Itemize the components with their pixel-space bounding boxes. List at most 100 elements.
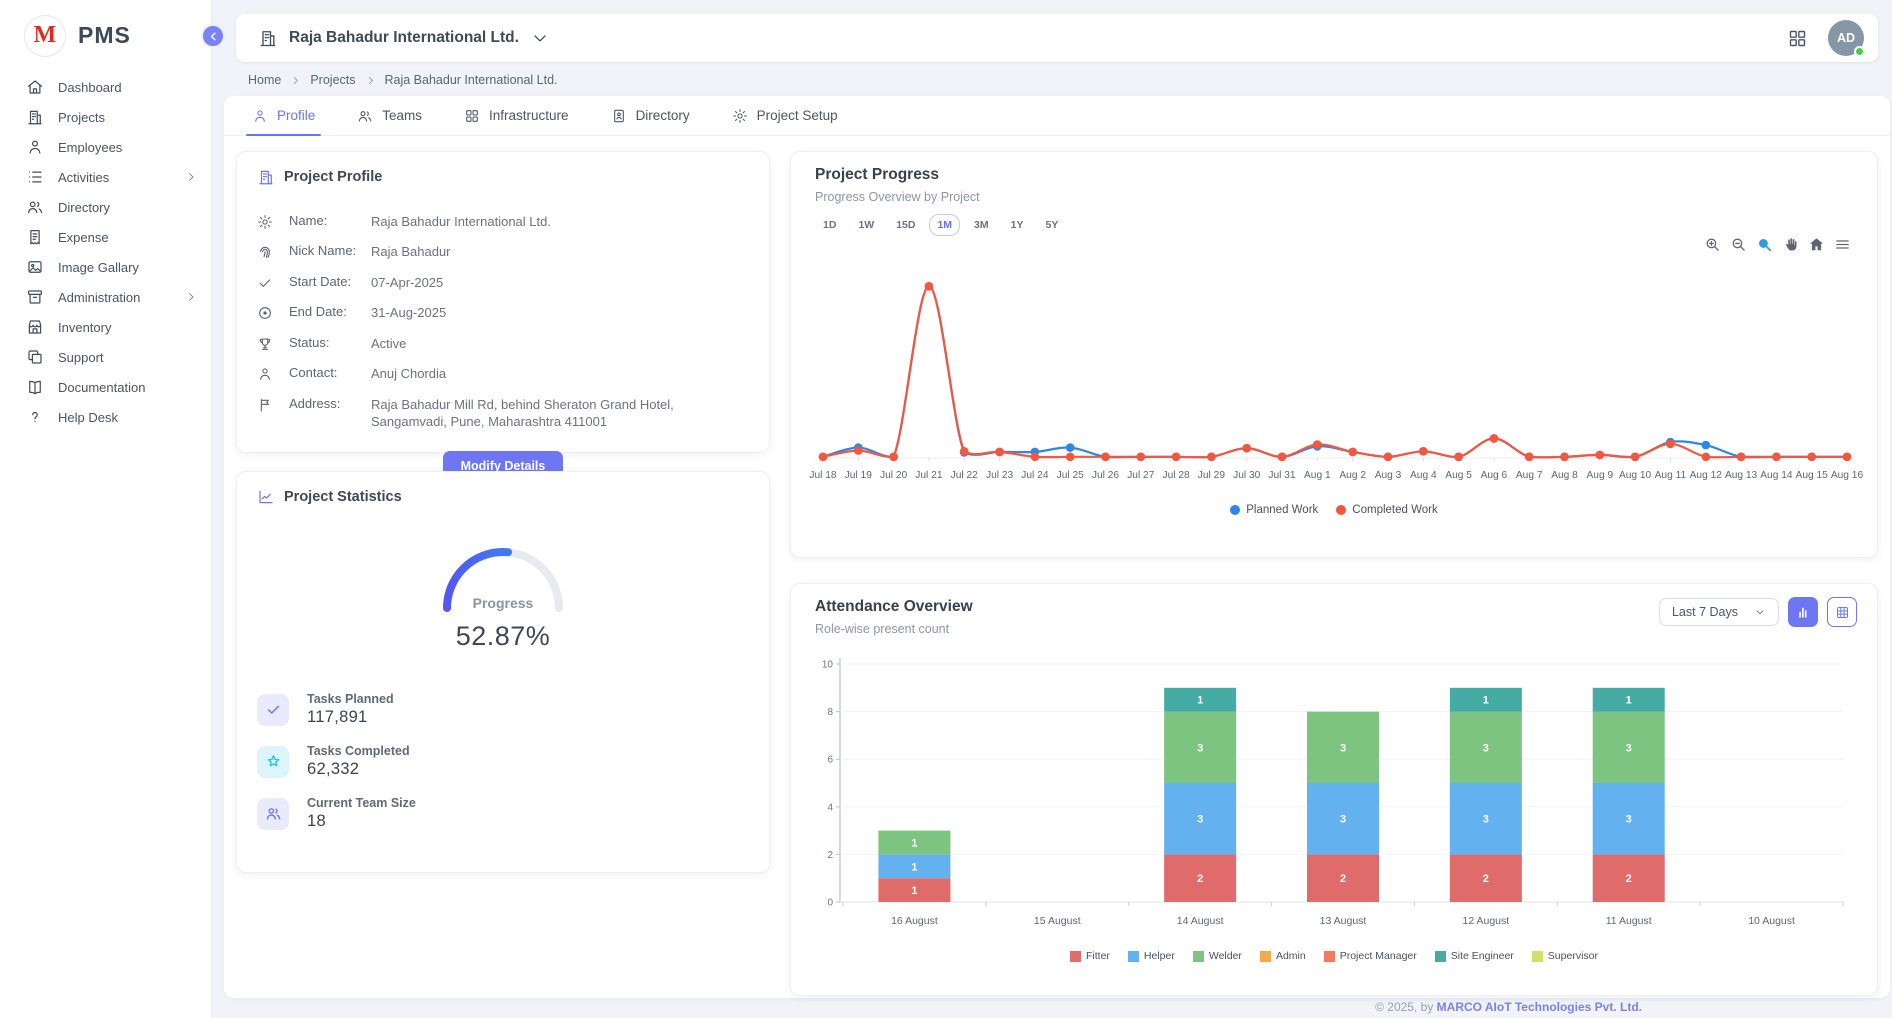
sidebar-collapse-button[interactable] <box>201 24 225 48</box>
receipt-icon <box>26 228 44 246</box>
range-1w[interactable]: 1W <box>850 214 882 236</box>
user-avatar[interactable]: AD <box>1828 20 1864 56</box>
chart-line-icon <box>257 488 275 506</box>
sidebar-item-label: Help Desk <box>58 410 197 425</box>
building-icon <box>258 28 278 48</box>
sidebar-item-expense[interactable]: Expense <box>0 222 211 252</box>
sidebar-item-activities[interactable]: Activities <box>0 162 211 192</box>
field-label: Start Date: <box>289 274 371 289</box>
sidebar-item-directory[interactable]: Directory <box>0 192 211 222</box>
svg-text:3: 3 <box>1626 742 1632 754</box>
svg-text:Aug 5: Aug 5 <box>1445 470 1472 481</box>
legend-admin[interactable]: Admin <box>1260 950 1306 962</box>
svg-text:Aug 13: Aug 13 <box>1725 470 1758 481</box>
svg-text:Jul 20: Jul 20 <box>880 470 908 481</box>
tab-label: Teams <box>382 108 422 123</box>
list-icon <box>26 168 44 186</box>
person-icon <box>26 138 44 156</box>
legend-completed-work[interactable]: Completed Work <box>1336 504 1437 516</box>
project-profile-card: Project Profile Name:Raja Bahadur Intern… <box>236 151 770 453</box>
footer: © 2025, by MARCO AIoT Technologies Pvt. … <box>212 1000 1892 1014</box>
building-icon <box>26 108 44 126</box>
legend-site-engineer[interactable]: Site Engineer <box>1435 950 1514 962</box>
range-1d[interactable]: 1D <box>815 214 844 236</box>
brand-logo-icon: M <box>24 15 66 57</box>
svg-text:Jul 24: Jul 24 <box>1021 470 1049 481</box>
chart-view-button[interactable] <box>1788 597 1818 627</box>
project-progress-chart[interactable]: Jul 18Jul 19Jul 20Jul 21Jul 22Jul 23Jul … <box>807 260 1863 492</box>
table-view-button[interactable] <box>1827 597 1857 627</box>
menu-tool-icon[interactable] <box>1834 236 1851 253</box>
profile-card-title: Project Profile <box>284 169 382 185</box>
svg-text:2: 2 <box>1197 873 1203 885</box>
breadcrumb-raja-bahadur-international-ltd: Raja Bahadur International Ltd. <box>385 73 558 87</box>
tab-directory[interactable]: Directory <box>611 96 690 135</box>
range-1m[interactable]: 1M <box>929 214 960 236</box>
progress-gauge: Progress 52.87% <box>428 532 578 652</box>
app-name: PMS <box>78 22 131 49</box>
svg-text:Aug 1: Aug 1 <box>1304 470 1331 481</box>
legend-helper[interactable]: Helper <box>1128 950 1175 962</box>
sidebar-item-dashboard[interactable]: Dashboard <box>0 72 211 102</box>
zoomout-tool-icon[interactable] <box>1730 236 1747 253</box>
sidebar-item-support[interactable]: Support <box>0 342 211 372</box>
range-15d[interactable]: 15D <box>888 214 923 236</box>
gear-icon <box>257 214 273 230</box>
sidebar-item-documentation[interactable]: Documentation <box>0 372 211 402</box>
people-icon <box>257 798 289 830</box>
apps-grid-icon[interactable] <box>1787 28 1808 49</box>
chevron-right-icon <box>290 75 301 86</box>
tab-infrastructure[interactable]: Infrastructure <box>464 96 569 135</box>
svg-text:Aug 6: Aug 6 <box>1481 470 1508 481</box>
zoomin-tool-icon[interactable] <box>1704 236 1721 253</box>
svg-text:Jul 22: Jul 22 <box>951 470 979 481</box>
range-5y[interactable]: 5Y <box>1037 214 1066 236</box>
homefill-tool-icon[interactable] <box>1808 236 1825 253</box>
sidebar-item-inventory[interactable]: Inventory <box>0 312 211 342</box>
sidebar-item-employees[interactable]: Employees <box>0 132 211 162</box>
range-3m[interactable]: 3M <box>966 214 997 236</box>
legend-label: Fitter <box>1086 950 1110 962</box>
sidebar-item-label: Directory <box>58 200 197 215</box>
breadcrumb-projects[interactable]: Projects <box>310 73 355 87</box>
svg-text:1: 1 <box>911 885 917 897</box>
sidebar-item-administration[interactable]: Administration <box>0 282 211 312</box>
footer-company-link[interactable]: MARCO AIoT Technologies Pvt. Ltd. <box>1437 1000 1642 1014</box>
field-label: Contact: <box>289 365 371 380</box>
sidebar-item-help-desk[interactable]: Help Desk <box>0 402 211 432</box>
legend-planned-work[interactable]: Planned Work <box>1230 504 1318 516</box>
stats-card-title: Project Statistics <box>284 489 402 505</box>
range-1y[interactable]: 1Y <box>1003 214 1032 236</box>
legend-supervisor[interactable]: Supervisor <box>1532 950 1598 962</box>
tab-profile[interactable]: Profile <box>252 96 315 135</box>
field-value: 31-Aug-2025 <box>371 304 749 322</box>
svg-text:Jul 30: Jul 30 <box>1233 470 1261 481</box>
tab-teams[interactable]: Teams <box>357 96 422 135</box>
chart-toolbar <box>1704 236 1851 253</box>
svg-text:2: 2 <box>1340 873 1346 885</box>
breadcrumb-home[interactable]: Home <box>248 73 281 87</box>
zoomsel-tool-icon[interactable] <box>1756 236 1773 253</box>
project-statistics-card: Project Statistics Progress 52.87% Tasks… <box>236 471 770 873</box>
legend-project-manager[interactable]: Project Manager <box>1324 950 1417 962</box>
legend-fitter[interactable]: Fitter <box>1070 950 1110 962</box>
apps-icon <box>464 108 480 124</box>
legend-welder[interactable]: Welder <box>1193 950 1242 962</box>
legend-swatch <box>1193 951 1204 962</box>
sidebar-item-projects[interactable]: Projects <box>0 102 211 132</box>
svg-text:3: 3 <box>1626 814 1632 826</box>
pan-tool-icon[interactable] <box>1782 236 1799 253</box>
field-label: Name: <box>289 213 371 228</box>
attendance-chart-legend: Fitter Helper Welder Admin Project Manager Si… <box>791 950 1877 962</box>
sidebar-item-label: Administration <box>58 290 185 305</box>
home-icon <box>26 78 44 96</box>
svg-text:Jul 23: Jul 23 <box>986 470 1014 481</box>
attendance-range-select[interactable]: Last 7 Days <box>1659 598 1779 626</box>
stat-value: 18 <box>307 812 416 831</box>
chevron-right-icon <box>185 171 197 183</box>
sidebar-item-image-gallary[interactable]: Image Gallary <box>0 252 211 282</box>
online-status-dot <box>1854 46 1865 57</box>
tab-project-setup[interactable]: Project Setup <box>732 96 838 135</box>
company-selector[interactable]: Raja Bahadur International Ltd. <box>258 28 550 48</box>
top-header: Raja Bahadur International Ltd. AD <box>236 14 1878 62</box>
